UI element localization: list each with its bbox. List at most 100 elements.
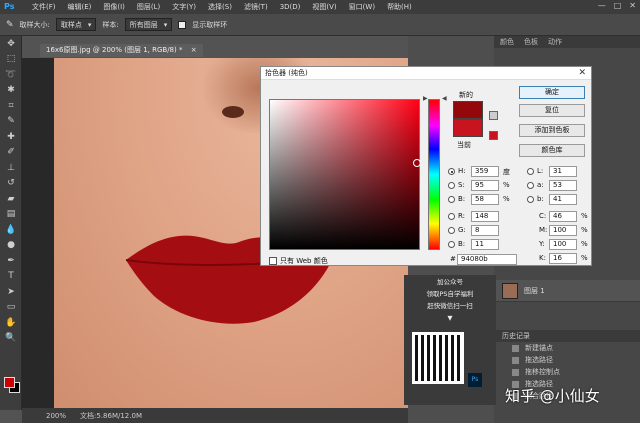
- lab-a-input[interactable]: 53: [549, 180, 577, 191]
- zoom-tool-icon[interactable]: 🔍: [0, 331, 22, 347]
- eraser-tool-icon[interactable]: ▰: [0, 191, 22, 207]
- blur-tool-icon[interactable]: 💧: [0, 222, 22, 238]
- options-bar: ✎ 取样大小: 取样点 ▾ 样本: 所有图层 ▾ 显示取样环: [0, 14, 640, 36]
- menu-file[interactable]: 文件(F): [26, 0, 62, 14]
- tab-color[interactable]: 颜色: [500, 36, 514, 48]
- document-title: 16x6原图.jpg @ 200% (图层 1, RGB/8) *: [46, 46, 183, 54]
- layer-thumbnail: [502, 282, 518, 299]
- type-tool-icon[interactable]: T: [0, 269, 22, 285]
- web-only-checkbox[interactable]: [269, 257, 277, 265]
- history-step-icon: [512, 344, 519, 352]
- menu-view[interactable]: 视图(V): [306, 0, 342, 14]
- hue-slider-right-arrow-icon[interactable]: ◀: [442, 95, 447, 102]
- zoom-level[interactable]: 200%: [46, 412, 66, 420]
- shape-tool-icon[interactable]: ▭: [0, 300, 22, 316]
- history-item[interactable]: 新建锚点: [496, 342, 640, 354]
- cyan-input[interactable]: 46: [549, 211, 577, 222]
- red-input[interactable]: 148: [471, 211, 499, 222]
- yellow-input[interactable]: 100: [549, 239, 577, 250]
- menu-help[interactable]: 帮助(H): [381, 0, 418, 14]
- brush-tool-icon[interactable]: ✐: [0, 145, 22, 161]
- document-tab[interactable]: 16x6原图.jpg @ 200% (图层 1, RGB/8) * ×: [40, 44, 203, 57]
- path-select-tool-icon[interactable]: ➤: [0, 284, 22, 300]
- black-input[interactable]: 16: [549, 253, 577, 264]
- hue-unit: 度: [503, 168, 510, 176]
- history-title-label: 历史记录: [502, 332, 530, 340]
- saturation-radio[interactable]: [448, 182, 455, 189]
- quick-select-tool-icon[interactable]: ✱: [0, 83, 22, 99]
- brightness-input[interactable]: 58: [471, 194, 499, 205]
- crop-tool-icon[interactable]: ⌗: [0, 98, 22, 114]
- lab-l-input[interactable]: 31: [549, 166, 577, 177]
- websafe-swatch-icon[interactable]: [489, 131, 498, 140]
- tab-swatches[interactable]: 色板: [524, 36, 538, 48]
- history-item[interactable]: 拖移控制点: [496, 366, 640, 378]
- minimize-button[interactable]: —: [598, 1, 606, 10]
- sample-select[interactable]: 所有图层 ▾: [124, 18, 173, 31]
- foreground-color-swatch[interactable]: [4, 377, 15, 388]
- menu-window[interactable]: 窗口(W): [343, 0, 381, 14]
- chevron-down-icon: ▾: [163, 20, 168, 29]
- yellow-unit: %: [581, 240, 588, 248]
- stamp-tool-icon[interactable]: ⊥: [0, 160, 22, 176]
- tab-actions[interactable]: 动作: [548, 36, 562, 48]
- color-marker[interactable]: [413, 159, 421, 167]
- blue-radio[interactable]: [448, 241, 455, 248]
- close-window-button[interactable]: ✕: [629, 1, 636, 10]
- hex-input[interactable]: 94080b: [457, 254, 517, 265]
- gamut-warning-icon[interactable]: [489, 111, 498, 120]
- brightness-unit: %: [503, 195, 510, 203]
- maximize-button[interactable]: □: [614, 1, 622, 10]
- close-tab-icon[interactable]: ×: [191, 46, 197, 54]
- menu-filter[interactable]: 滤镜(T): [238, 0, 274, 14]
- hue-input[interactable]: 359: [471, 166, 499, 177]
- hue-radio[interactable]: [448, 168, 455, 175]
- hue-slider-left-arrow-icon[interactable]: ▶: [423, 95, 428, 102]
- ok-button[interactable]: 确定: [519, 86, 585, 99]
- lab-a-radio[interactable]: [527, 182, 534, 189]
- history-brush-tool-icon[interactable]: ↺: [0, 176, 22, 192]
- menu-select[interactable]: 选择(S): [202, 0, 238, 14]
- layer-row[interactable]: 图层 1: [496, 280, 640, 302]
- hue-slider[interactable]: [428, 99, 440, 250]
- show-ring-checkbox[interactable]: [178, 20, 187, 29]
- magenta-input[interactable]: 100: [549, 225, 577, 236]
- black-unit: %: [581, 254, 588, 262]
- lab-b-input[interactable]: 41: [549, 194, 577, 205]
- gradient-tool-icon[interactable]: ▤: [0, 207, 22, 223]
- saturation-brightness-field[interactable]: [269, 99, 421, 250]
- lab-l-radio[interactable]: [527, 168, 534, 175]
- reset-button[interactable]: 复位: [519, 104, 585, 117]
- brightness-radio[interactable]: [448, 196, 455, 203]
- move-tool-icon[interactable]: ✥: [0, 36, 22, 52]
- blue-input[interactable]: 11: [471, 239, 499, 250]
- green-radio[interactable]: [448, 227, 455, 234]
- blue-label: B:: [458, 240, 466, 248]
- red-radio[interactable]: [448, 213, 455, 220]
- menu-layer[interactable]: 图层(L): [131, 0, 166, 14]
- saturation-input[interactable]: 95: [471, 180, 499, 191]
- hand-tool-icon[interactable]: ✋: [0, 315, 22, 331]
- eyedropper-tool-icon[interactable]: ✎: [0, 114, 22, 130]
- current-color-swatch[interactable]: [453, 119, 483, 137]
- green-input[interactable]: 8: [471, 225, 499, 236]
- magenta-unit: %: [581, 226, 588, 234]
- dodge-tool-icon[interactable]: ●: [0, 238, 22, 254]
- lasso-tool-icon[interactable]: ➰: [0, 67, 22, 83]
- menu-type[interactable]: 文字(Y): [166, 0, 202, 14]
- add-swatch-button[interactable]: 添加到色板: [519, 124, 585, 137]
- menu-edit[interactable]: 编辑(E): [62, 0, 98, 14]
- lab-b-radio[interactable]: [527, 196, 534, 203]
- menu-bar: Ps 文件(F) 编辑(E) 图像(I) 图层(L) 文字(Y) 选择(S) 滤…: [0, 0, 640, 14]
- pen-tool-icon[interactable]: ✒: [0, 253, 22, 269]
- sample-size-select[interactable]: 取样点 ▾: [55, 18, 97, 31]
- history-item-label: 拖移控制点: [525, 368, 560, 376]
- history-item[interactable]: 拖选路径: [496, 354, 640, 366]
- marquee-tool-icon[interactable]: ⬚: [0, 52, 22, 68]
- close-icon[interactable]: ✕: [578, 68, 586, 78]
- color-libraries-button[interactable]: 颜色库: [519, 144, 585, 157]
- saturation-label: S:: [458, 181, 465, 189]
- healing-tool-icon[interactable]: ✚: [0, 129, 22, 145]
- menu-3d[interactable]: 3D(D): [274, 0, 307, 14]
- menu-image[interactable]: 图像(I): [97, 0, 131, 14]
